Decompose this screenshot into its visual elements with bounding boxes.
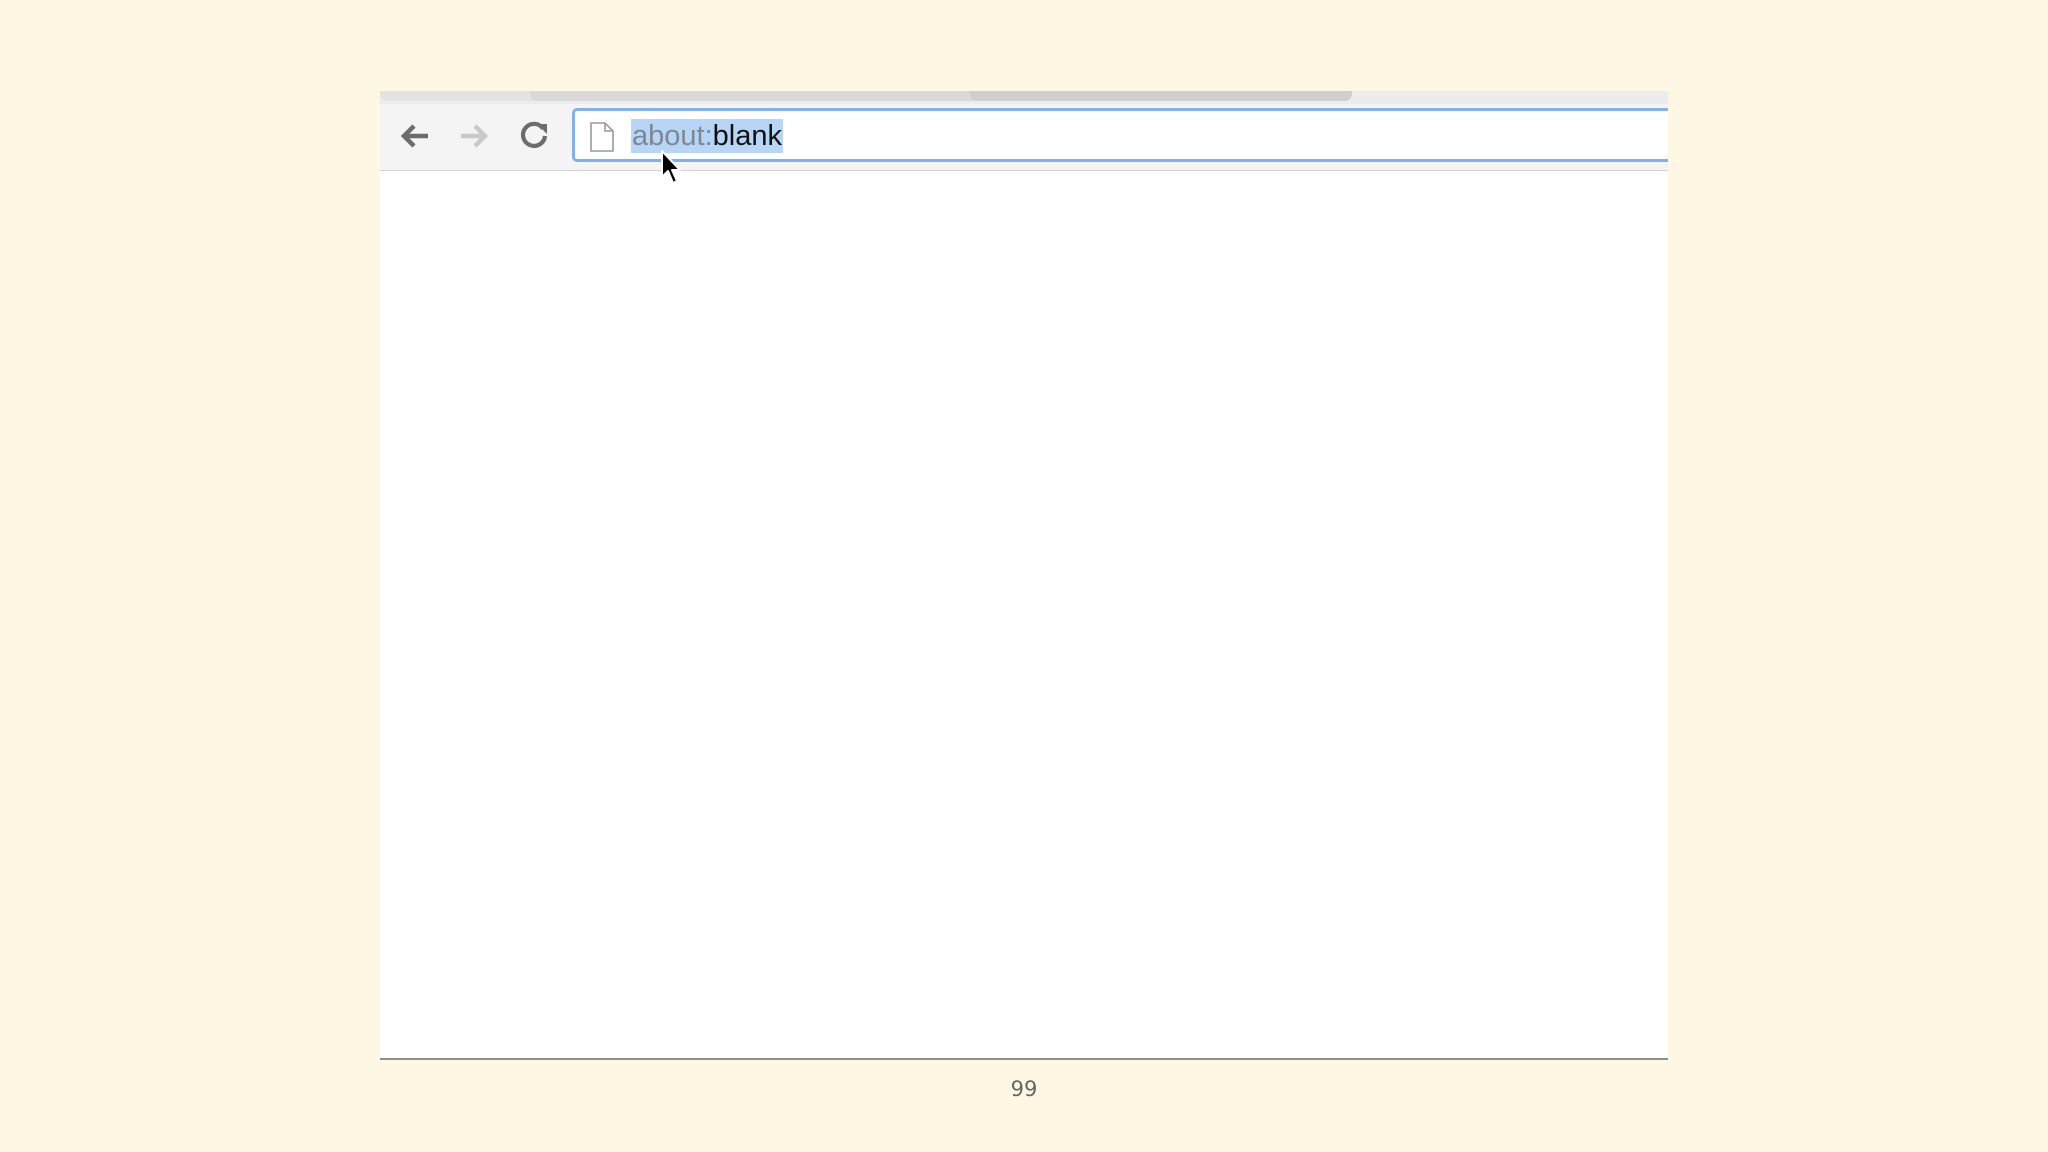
url-text-selected[interactable]: about:blank	[631, 119, 783, 153]
back-arrow-icon	[400, 124, 428, 148]
slide-divider	[380, 1058, 1668, 1060]
browser-tab[interactable]	[970, 91, 1352, 101]
back-button[interactable]	[392, 113, 438, 159]
browser-window: about:blank	[380, 91, 1668, 1060]
page-icon	[590, 122, 614, 152]
reload-icon	[521, 121, 548, 148]
tab-strip	[380, 91, 1668, 104]
forward-arrow-icon	[461, 124, 489, 148]
forward-button[interactable]	[451, 113, 497, 159]
url-host: blank	[712, 120, 782, 152]
page-number: 99	[1010, 1077, 1038, 1101]
browser-tab[interactable]	[380, 91, 540, 101]
mouse-cursor-icon	[661, 150, 681, 184]
reload-button[interactable]	[511, 113, 557, 159]
url-scheme: about:	[632, 120, 713, 152]
browser-toolbar: about:blank	[380, 104, 1668, 171]
address-bar[interactable]: about:blank	[572, 108, 1668, 162]
